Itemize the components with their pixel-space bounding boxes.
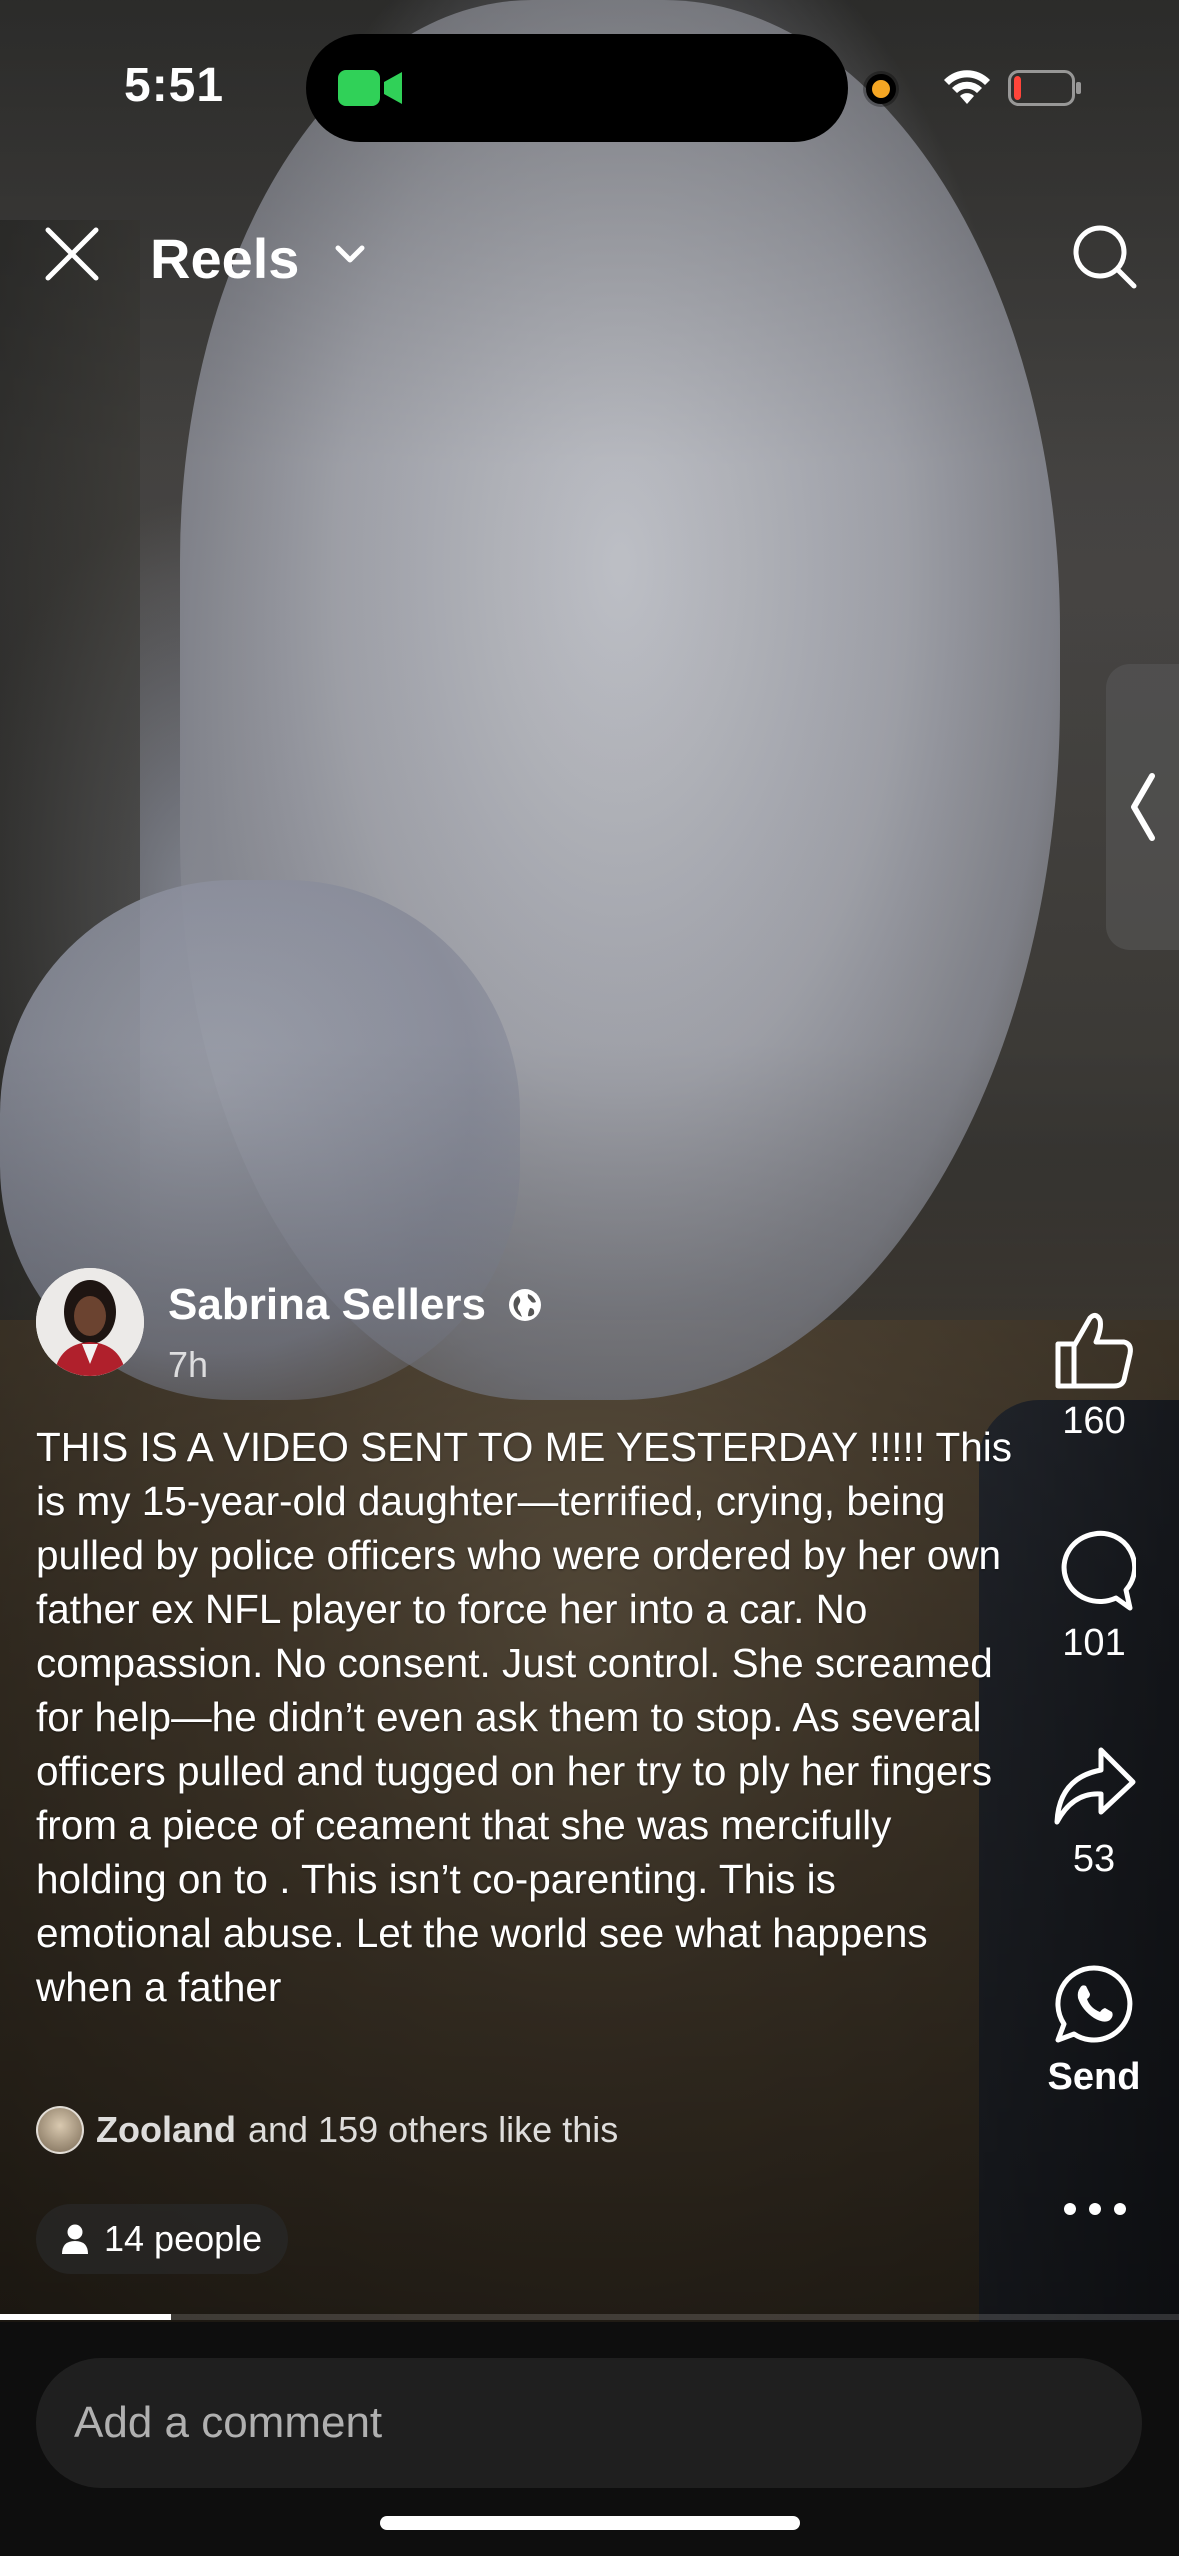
side-panel-handle[interactable] <box>1106 664 1179 950</box>
comment-count: 101 <box>1062 1622 1126 1664</box>
like-count: 160 <box>1062 1400 1126 1442</box>
comment-input[interactable] <box>36 2358 1142 2488</box>
home-indicator[interactable] <box>380 2516 800 2530</box>
people-tag-label: 14 people <box>104 2218 263 2259</box>
video-progress-track[interactable] <box>0 2314 1179 2320</box>
likes-count-text: and 159 others like this <box>247 2109 619 2150</box>
battery-icon <box>1008 70 1081 106</box>
video-progress-fill <box>0 2314 171 2320</box>
video-camera-icon <box>338 70 402 106</box>
status-time: 5:51 <box>124 59 225 112</box>
close-icon[interactable] <box>42 224 102 284</box>
like-button[interactable]: 160 <box>1024 1310 1164 1443</box>
send-label: Send <box>1047 2056 1141 2098</box>
post-caption[interactable]: THIS IS A VIDEO SENT TO ME YESTERDAY !!!… <box>36 1420 1016 2014</box>
author-name[interactable]: Sabrina Sellers <box>168 1280 486 1330</box>
globe-icon <box>509 1289 541 1321</box>
send-whatsapp-button[interactable]: Send <box>1024 1962 1164 2099</box>
post-timestamp: 7h <box>168 1344 209 1385</box>
thumbs-up-icon <box>1055 1312 1133 1389</box>
reels-title[interactable]: Reels <box>150 226 299 291</box>
share-button[interactable]: 53 <box>1024 1744 1164 1881</box>
whatsapp-icon <box>1055 1965 1133 2043</box>
search-icon[interactable] <box>1068 220 1140 292</box>
share-count: 53 <box>1072 1838 1116 1880</box>
chevron-down-icon[interactable] <box>334 244 366 266</box>
avatar-image <box>36 1268 144 1376</box>
author-avatar[interactable] <box>36 1268 144 1376</box>
share-arrow-icon <box>1054 1747 1136 1825</box>
more-options-icon[interactable] <box>1060 2194 1130 2224</box>
comment-button[interactable]: 101 <box>1024 1528 1164 1665</box>
person-icon <box>62 2224 88 2254</box>
chevron-left-icon <box>1131 773 1155 841</box>
liker-name[interactable]: Zooland <box>96 2109 236 2151</box>
wifi-icon <box>944 70 990 104</box>
privacy-indicator-dot <box>866 74 896 104</box>
people-tag-button[interactable]: 14 people <box>36 2204 289 2274</box>
liker-avatar <box>36 2106 84 2154</box>
comment-bubble-icon <box>1061 1530 1136 1611</box>
likes-summary[interactable]: Zooland and 159 others like this <box>36 2104 618 2156</box>
